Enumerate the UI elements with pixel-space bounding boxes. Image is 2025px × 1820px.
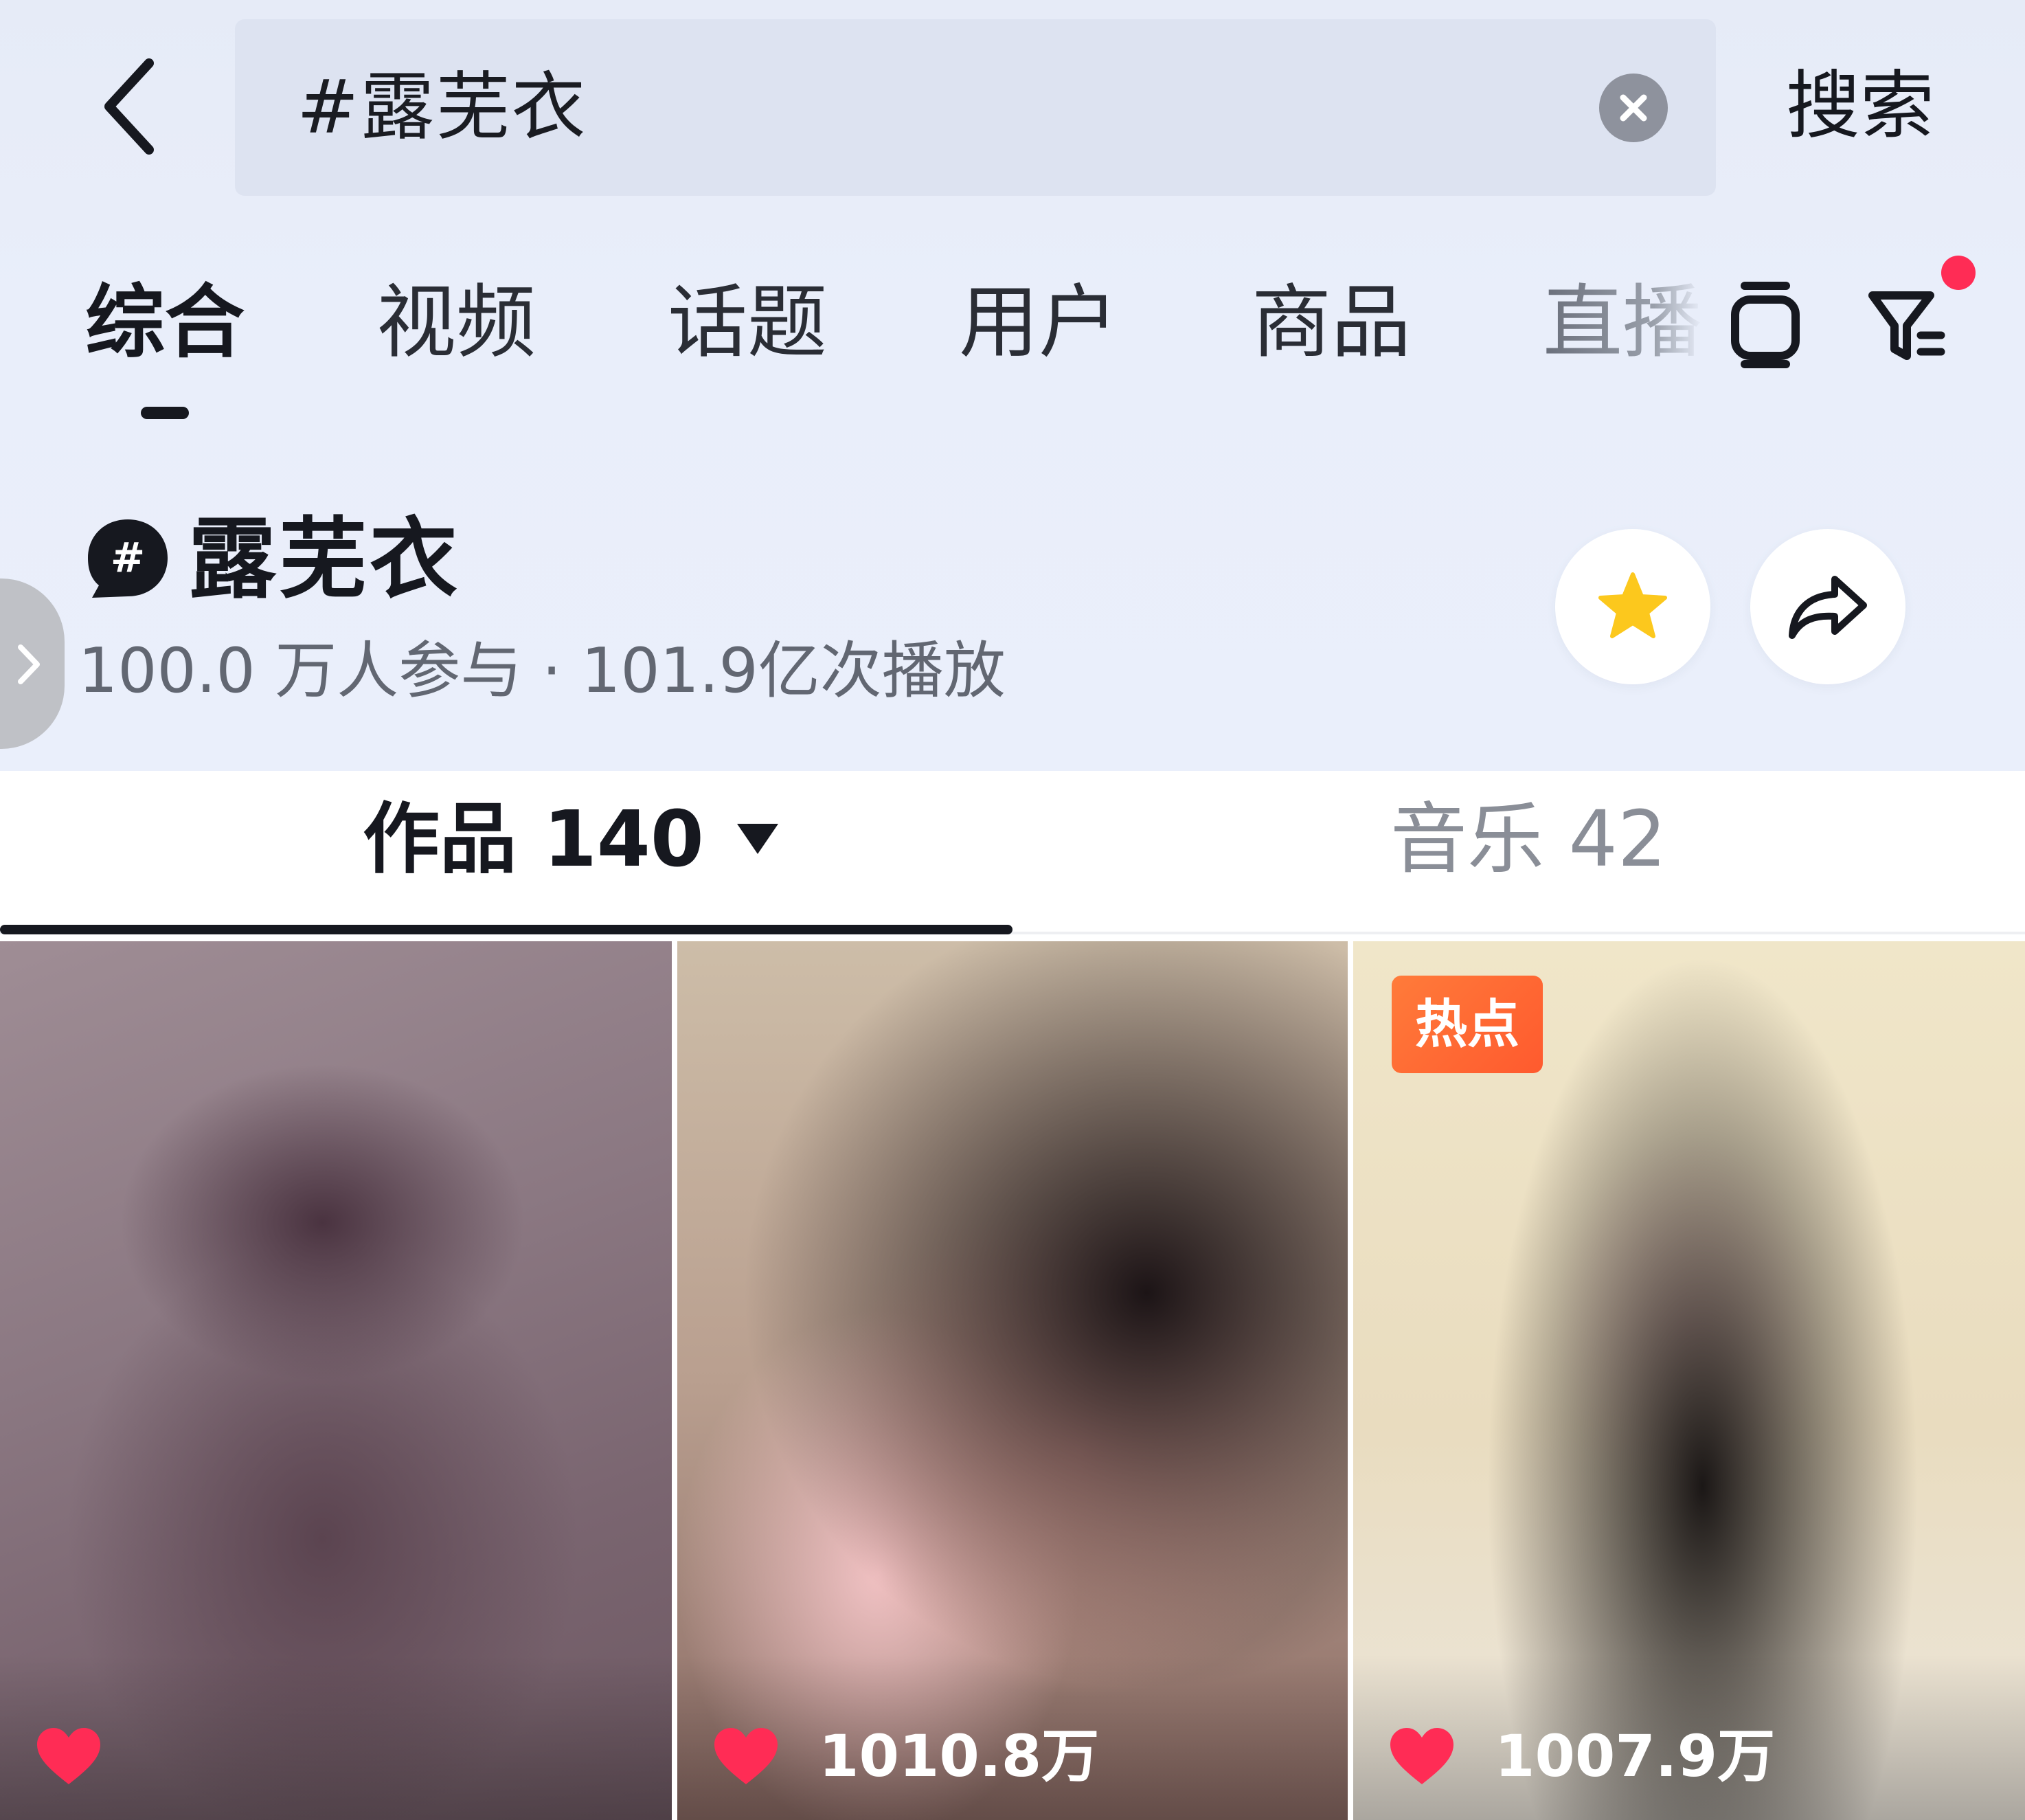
- clear-icon: [1620, 94, 1647, 122]
- hashtag-bubble-icon: #: [85, 517, 170, 602]
- heart-icon: [37, 1728, 100, 1784]
- topic-title: 露芜衣: [188, 508, 461, 611]
- clear-button[interactable]: [1599, 74, 1668, 142]
- search-button[interactable]: 搜索: [1786, 41, 1934, 172]
- svg-text:#: #: [111, 534, 145, 582]
- search-input[interactable]: #露芜衣: [235, 19, 1716, 196]
- like-row: [36, 1718, 142, 1794]
- filter-icon[interactable]: [1867, 275, 1949, 371]
- like-row: 1007.9万: [1389, 1718, 1775, 1794]
- like-row: 1010.8万: [713, 1718, 1099, 1794]
- back-button[interactable]: [82, 48, 179, 165]
- tab-goods[interactable]: 商品: [1252, 261, 1411, 385]
- like-count: 1007.9万: [1495, 1722, 1776, 1790]
- tab-topic[interactable]: 话题: [668, 261, 827, 385]
- notification-dot: [1941, 256, 1976, 290]
- back-arrow-icon: [104, 58, 154, 155]
- search-query[interactable]: #露芜衣: [297, 19, 587, 196]
- active-tab-indicator: [141, 407, 189, 419]
- heart-icon: [1390, 1728, 1453, 1784]
- tab-works-label: 作品 140: [363, 795, 704, 884]
- active-content-tab-indicator: [0, 925, 1012, 934]
- video-card[interactable]: 热点 1007.9万: [1353, 941, 2025, 1820]
- topic-stats: 100.0 万人参与 · 101.9亿次播放: [78, 635, 1006, 707]
- favorite-button[interactable]: [1555, 529, 1710, 684]
- tab-user[interactable]: 用户: [959, 261, 1118, 385]
- tab-video[interactable]: 视频: [376, 261, 536, 385]
- tab-music[interactable]: 音乐 42: [1390, 771, 1666, 908]
- tv-icon[interactable]: [1730, 275, 1801, 371]
- video-card[interactable]: [0, 941, 672, 1820]
- chevron-right-icon: [18, 644, 40, 684]
- tab-live[interactable]: 直播: [1543, 261, 1702, 385]
- tab-works[interactable]: 作品 140: [363, 771, 778, 908]
- content-tabs: 作品 140 音乐 42: [0, 771, 2025, 934]
- share-icon: [1789, 576, 1867, 639]
- share-button[interactable]: [1750, 529, 1905, 684]
- caret-down-icon: [736, 824, 778, 855]
- star-icon: [1598, 572, 1667, 638]
- heart-icon: [714, 1728, 778, 1784]
- tab-comprehensive[interactable]: 综合: [85, 261, 245, 385]
- video-card[interactable]: 1010.8万: [677, 941, 1348, 1820]
- hot-badge: 热点: [1392, 976, 1543, 1073]
- like-count: 1010.8万: [819, 1722, 1100, 1790]
